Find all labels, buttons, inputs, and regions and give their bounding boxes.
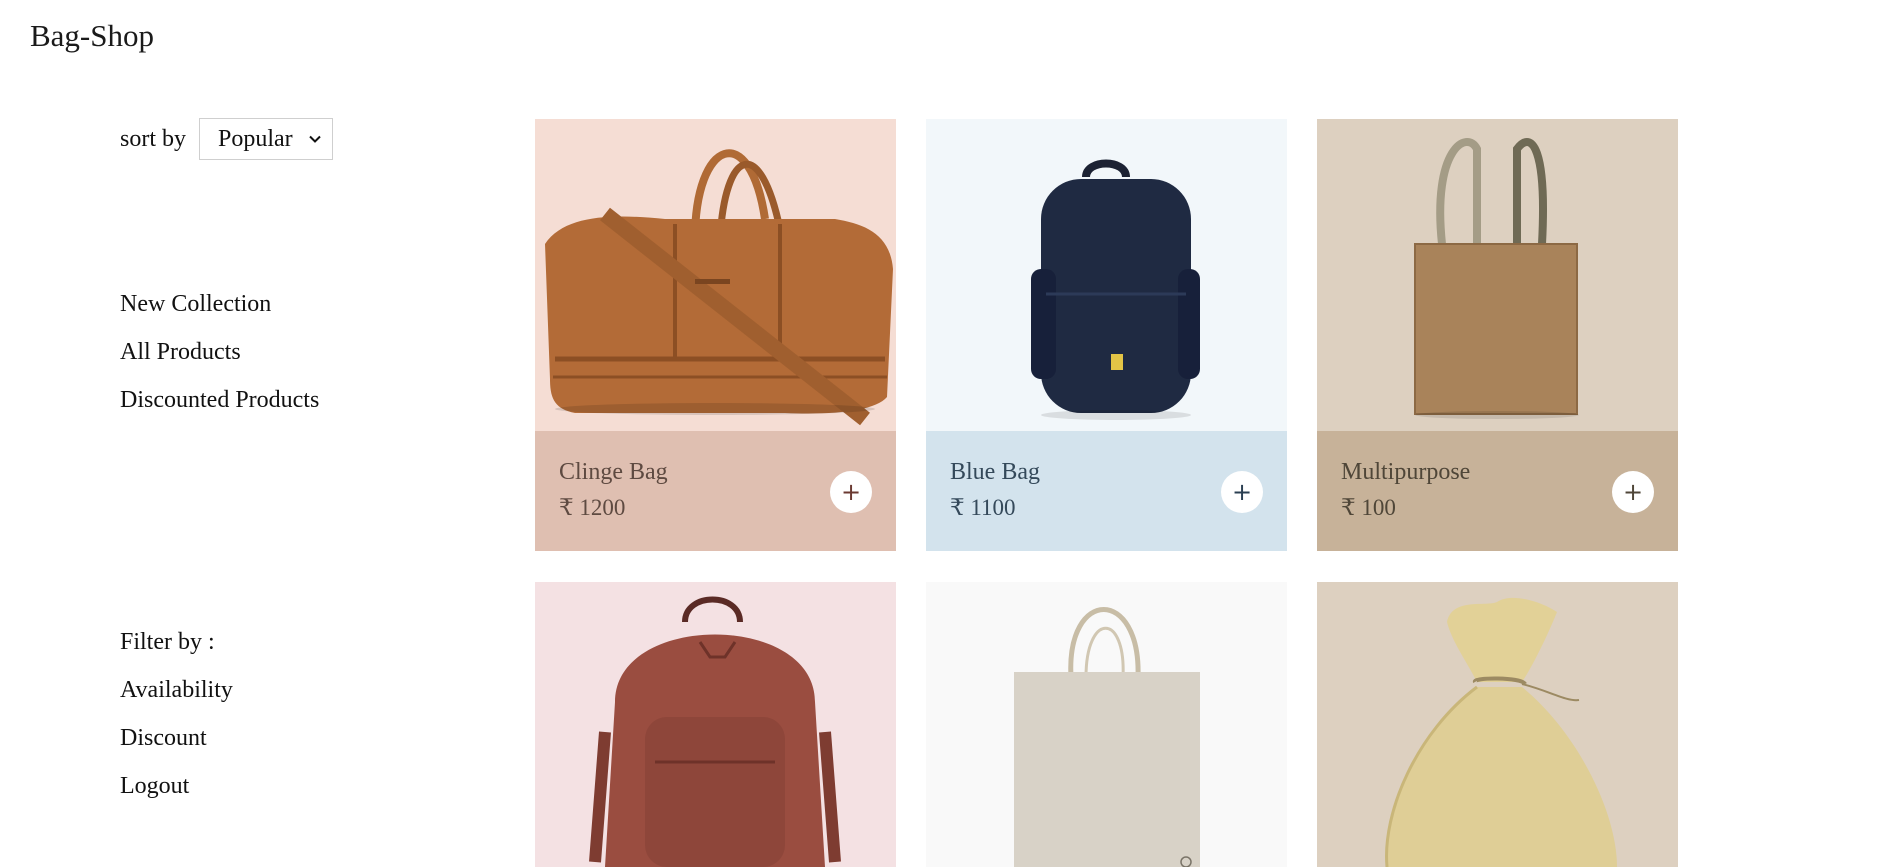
product-image[interactable]	[1317, 582, 1678, 867]
red-leather-backpack-image	[589, 596, 841, 867]
nav-discounted-products[interactable]: Discounted Products	[120, 376, 319, 424]
filter-availability[interactable]: Availability	[120, 666, 233, 714]
product-image[interactable]	[926, 119, 1287, 431]
sort-label: sort by	[120, 125, 186, 152]
brown-leather-duffel-bag-image	[545, 149, 893, 426]
product-name: Multipurpose	[1341, 459, 1471, 485]
filter-group: Filter by : Availability Discount Logout	[120, 618, 233, 810]
nav-new-collection[interactable]: New Collection	[120, 280, 319, 328]
product-card[interactable]: Multipurpose ₹ 100 +	[1317, 119, 1678, 551]
product-name: Clinge Bag	[559, 459, 668, 485]
category-nav: New Collection All Products Discounted P…	[120, 280, 319, 424]
product-card[interactable]	[535, 582, 896, 867]
product-price: ₹ 1100	[950, 495, 1016, 520]
logout-link[interactable]: Logout	[120, 762, 233, 810]
product-price: ₹ 100	[1341, 495, 1396, 520]
navy-backpack-image	[1031, 159, 1200, 420]
jute-tote-bag-image	[1414, 138, 1579, 419]
sort-select[interactable]: Popular	[199, 118, 333, 160]
product-card[interactable]	[1317, 582, 1678, 867]
add-to-cart-button[interactable]: +	[1612, 471, 1654, 513]
product-card[interactable]	[926, 582, 1287, 867]
nav-all-products[interactable]: All Products	[120, 328, 319, 376]
burlap-drawstring-pouch-image	[1385, 597, 1617, 867]
product-info: Blue Bag ₹ 1100 +	[926, 431, 1287, 551]
product-card[interactable]: Clinge Bag ₹ 1200 +	[535, 119, 896, 551]
sort-row: sort by Popular	[120, 118, 480, 160]
sidebar: sort by Popular New Collection All Produ…	[120, 118, 480, 799]
canvas-tote-bag-image	[1014, 607, 1200, 867]
product-info: Clinge Bag ₹ 1200 +	[535, 431, 896, 551]
filter-label: Filter by :	[120, 629, 215, 655]
product-info: Multipurpose ₹ 100 +	[1317, 431, 1678, 551]
product-image[interactable]	[926, 582, 1287, 867]
sort-selected-value: Popular	[218, 125, 293, 152]
filter-discount[interactable]: Discount	[120, 714, 233, 762]
add-to-cart-button[interactable]: +	[1221, 471, 1263, 513]
add-to-cart-button[interactable]: +	[830, 471, 872, 513]
product-name: Blue Bag	[950, 459, 1040, 485]
product-image[interactable]	[535, 119, 896, 431]
product-image[interactable]	[1317, 119, 1678, 431]
product-image[interactable]	[535, 582, 896, 867]
product-card[interactable]: Blue Bag ₹ 1100 +	[926, 119, 1287, 551]
product-price: ₹ 1200	[559, 495, 626, 520]
brand-logo[interactable]: Bag-Shop	[30, 18, 154, 54]
chevron-down-icon	[309, 135, 321, 143]
